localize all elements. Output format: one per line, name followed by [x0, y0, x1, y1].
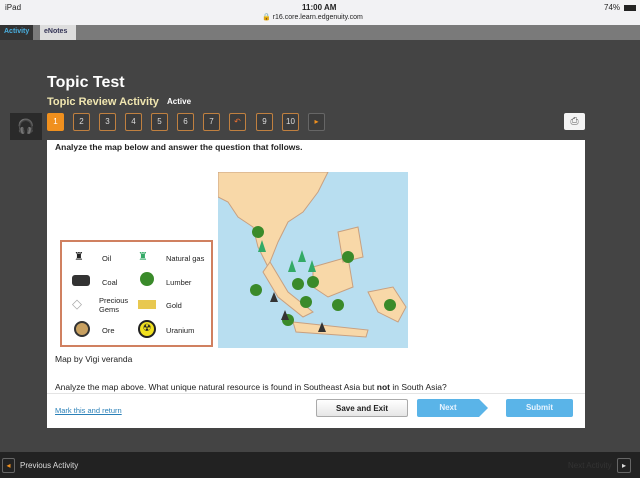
- gem-icon: ◇: [72, 296, 82, 311]
- uranium-icon: ☢: [138, 320, 156, 338]
- next-questions-arrow[interactable]: ▸: [308, 113, 325, 131]
- question-6[interactable]: 6: [177, 113, 194, 131]
- legend-lumber: Lumber: [166, 278, 192, 287]
- oil-icon: ♜: [74, 251, 84, 263]
- lumber-icon: [140, 272, 154, 286]
- legend-uranium: Uranium: [166, 326, 195, 335]
- instruction-text: Analyze the map below and answer the que…: [55, 142, 303, 152]
- prompt-emphasis: not: [376, 382, 391, 392]
- device-label: iPad: [5, 3, 22, 12]
- tab-enotes[interactable]: eNotes: [40, 25, 76, 40]
- url-text: r16.core.learn.edgenuity.com: [272, 14, 363, 21]
- question-1[interactable]: 1: [47, 113, 64, 131]
- question-10[interactable]: 10: [282, 113, 299, 131]
- divider: [47, 393, 585, 394]
- prompt-text: Analyze the map above. What unique natur…: [55, 382, 377, 392]
- page-title: Topic Test: [47, 74, 125, 91]
- activity-footer: ◂ Previous Activity Next Activity ▸: [0, 452, 640, 478]
- save-and-exit-button[interactable]: Save and Exit: [316, 399, 408, 417]
- gold-icon: [138, 300, 156, 309]
- battery-icon: [624, 5, 636, 11]
- legend-ore: Ore: [102, 326, 115, 335]
- legend-coal: Coal: [102, 278, 118, 287]
- question-2[interactable]: 2: [73, 113, 90, 131]
- question-7[interactable]: 7: [203, 113, 220, 131]
- previous-activity-link[interactable]: Previous Activity: [20, 461, 78, 470]
- question-panel: Analyze the map below and answer the que…: [47, 140, 585, 428]
- next-activity-link[interactable]: Next Activity: [568, 461, 612, 470]
- clock: 11:00 AM: [302, 3, 337, 12]
- question-4[interactable]: 4: [125, 113, 142, 131]
- coal-icon: [72, 275, 90, 286]
- status-bar: iPad 11:00 AM 🔒 r16.core.learn.edgenuity…: [0, 0, 640, 25]
- battery-percent: 74%: [604, 3, 621, 12]
- activity-subtitle: Topic Review Activity: [47, 96, 159, 108]
- southeast-asia-map: [218, 172, 408, 348]
- ore-icon: [74, 321, 90, 337]
- url-bar[interactable]: 🔒 r16.core.learn.edgenuity.com: [262, 13, 363, 21]
- map-caption: Map by Vigi veranda: [55, 354, 133, 364]
- question-9[interactable]: 9: [256, 113, 273, 131]
- legend-gems: Precious Gems: [99, 296, 129, 314]
- tab-activity[interactable]: Activity: [0, 25, 33, 40]
- status-badge: Active: [167, 97, 192, 106]
- legend-natural-gas: Natural gas: [166, 254, 205, 263]
- natural-gas-icon: ♜: [138, 251, 148, 263]
- question-8-marked-icon[interactable]: ↶: [229, 113, 246, 131]
- next-arrow-icon: [479, 399, 488, 417]
- next-button[interactable]: Next: [417, 399, 479, 417]
- question-prompt: Analyze the map above. What unique natur…: [55, 382, 447, 392]
- mark-and-return-link[interactable]: Mark this and return: [55, 406, 122, 415]
- question-5[interactable]: 5: [151, 113, 168, 131]
- legend-oil: Oil: [102, 254, 112, 263]
- previous-arrow-icon[interactable]: ◂: [2, 458, 15, 473]
- tab-bar: Activity eNotes: [0, 25, 640, 40]
- map-legend: ♜ Oil ♜ Natural gas Coal Lumber ◇ Precio…: [60, 240, 213, 347]
- question-3[interactable]: 3: [99, 113, 116, 131]
- submit-button[interactable]: Submit: [506, 399, 573, 417]
- prompt-text-end: in South Asia?: [390, 382, 447, 392]
- print-icon[interactable]: ⎙: [564, 113, 585, 130]
- legend-gold: Gold: [166, 301, 182, 310]
- headphones-icon[interactable]: 🎧: [10, 113, 42, 140]
- next-activity-arrow-icon[interactable]: ▸: [617, 458, 631, 473]
